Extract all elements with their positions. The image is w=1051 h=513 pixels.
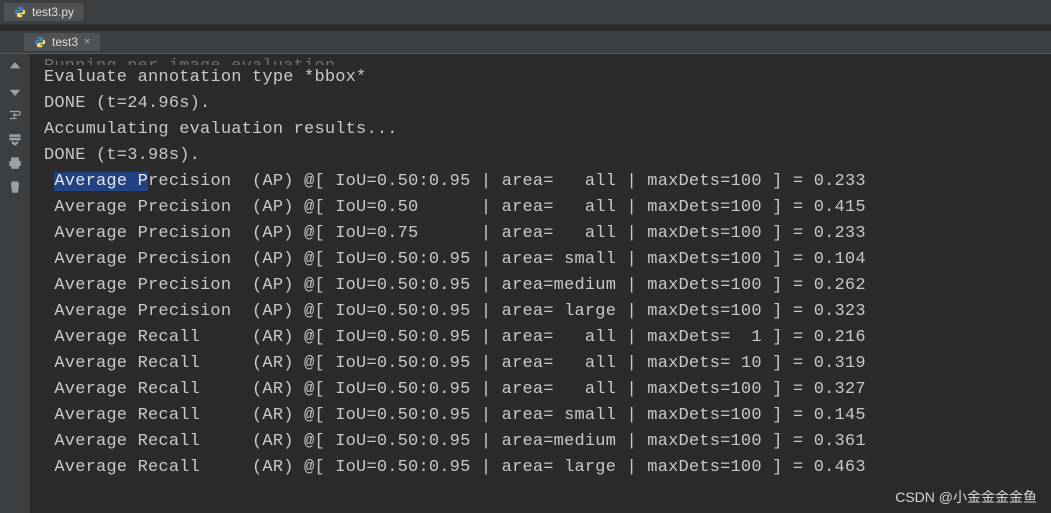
console-line: Average Recall (AR) @[ IoU=0.50:0.95 | a… bbox=[44, 354, 866, 373]
print-icon[interactable] bbox=[8, 156, 22, 170]
console-line: Accumulating evaluation results... bbox=[44, 120, 398, 139]
editor-tab[interactable]: test3.py bbox=[4, 3, 85, 21]
scroll-to-end-icon[interactable] bbox=[8, 132, 22, 146]
console-line: Average Recall (AR) @[ IoU=0.50:0.95 | a… bbox=[44, 432, 866, 451]
watermark: CSDN @小金金金金鱼 bbox=[895, 487, 1037, 507]
console-line: DONE (t=24.96s). bbox=[44, 94, 210, 113]
console-line: Evaluate annotation type *bbox* bbox=[44, 68, 366, 87]
down-arrow-icon[interactable] bbox=[8, 84, 22, 98]
run-tab-bar: test3 × bbox=[0, 31, 1051, 54]
console-line: Average Recall (AR) @[ IoU=0.50:0.95 | a… bbox=[44, 380, 866, 399]
console-line: Average Precision (AP) @[ IoU=0.50 | are… bbox=[44, 198, 866, 217]
python-run-icon bbox=[34, 36, 46, 48]
console-line: Average Precision (AP) @[ IoU=0.50:0.95 … bbox=[44, 302, 866, 321]
python-file-icon bbox=[14, 6, 26, 18]
up-arrow-icon[interactable] bbox=[8, 60, 22, 74]
console-line: Average Recall (AR) @[ IoU=0.50:0.95 | a… bbox=[44, 406, 866, 425]
console-line: Average Recall (AR) @[ IoU=0.50:0.95 | a… bbox=[44, 328, 866, 347]
tool-gutter bbox=[0, 54, 30, 513]
console-line: Average Precision (AP) @[ IoU=0.50:0.95 … bbox=[44, 276, 866, 295]
editor-tab-filename: test3.py bbox=[32, 5, 74, 19]
console-output[interactable]: Running per image evaluation... Evaluate … bbox=[30, 54, 1051, 513]
run-tab[interactable]: test3 × bbox=[24, 33, 100, 51]
editor-tab-bar: test3.py bbox=[0, 0, 1051, 25]
console-line: recision (AP) @[ IoU=0.50:0.95 | area= a… bbox=[148, 172, 866, 191]
trash-icon[interactable] bbox=[8, 180, 22, 194]
console-selection: Average P bbox=[54, 172, 148, 191]
close-icon[interactable]: × bbox=[84, 36, 90, 48]
soft-wrap-icon[interactable] bbox=[8, 108, 22, 122]
console-line: Average Precision (AP) @[ IoU=0.50:0.95 … bbox=[44, 250, 866, 269]
run-tab-name: test3 bbox=[52, 35, 78, 49]
console-line: Average Recall (AR) @[ IoU=0.50:0.95 | a… bbox=[44, 458, 866, 477]
console-line: Average Precision (AP) @[ IoU=0.75 | are… bbox=[44, 224, 866, 243]
console-line: Running per image evaluation... bbox=[44, 54, 1039, 65]
console-line: DONE (t=3.98s). bbox=[44, 146, 200, 165]
